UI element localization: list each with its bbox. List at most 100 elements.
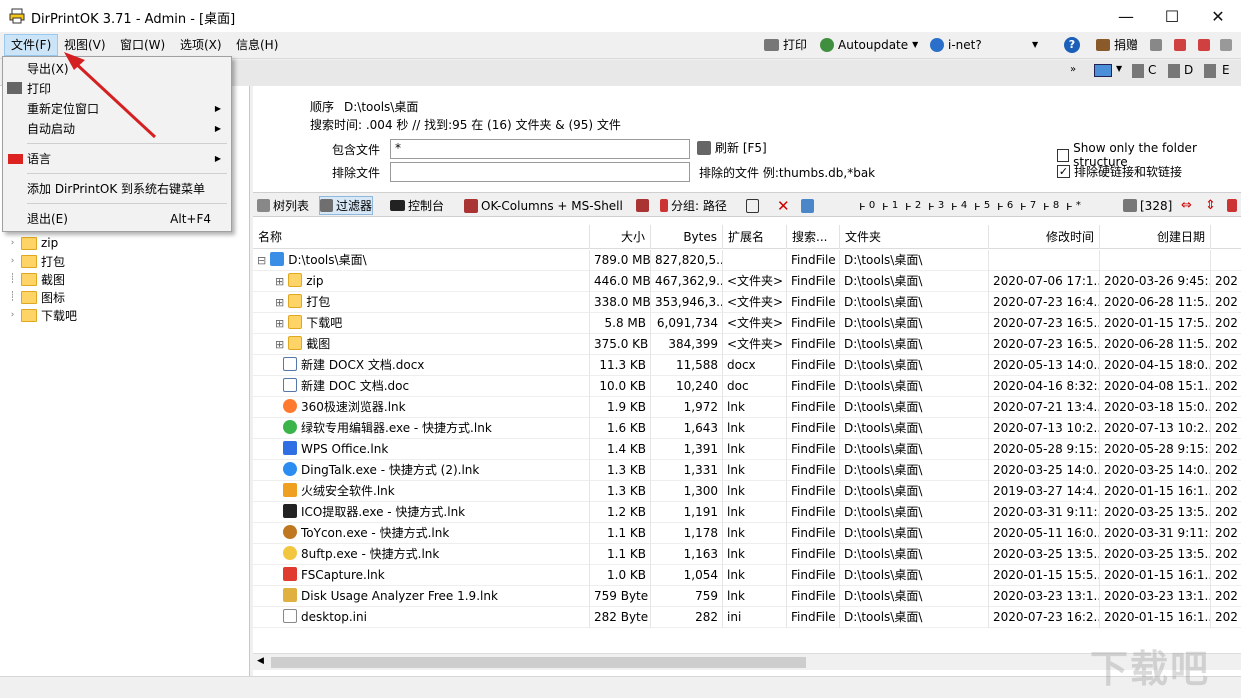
level-all-button[interactable]: ⱶ *	[1066, 196, 1081, 215]
exclude-links-checkbox[interactable]: ✓ 排除硬链接和软链接	[1057, 163, 1182, 180]
expand-icon[interactable]: ›	[8, 310, 17, 320]
column-header[interactable]: 搜索...	[787, 225, 840, 249]
column-header[interactable]: Bytes	[651, 225, 723, 249]
inet-dropdown-button[interactable]: ▼	[1032, 34, 1038, 56]
table-row[interactable]: ⊟ D:\tools\桌面\ 789.0 MB 827,820,5... FindFil…	[253, 250, 1241, 271]
menu-language[interactable]: 语言 ▶	[3, 149, 231, 169]
chevron-double-down-icon[interactable]: »	[1070, 64, 1076, 75]
table-row[interactable]: ⊞ zip 446.0 MB 467,362,9... <文件夹> FindFile D:\…	[253, 271, 1241, 292]
toolbar-print-button[interactable]: 打印	[764, 34, 807, 56]
tools-button[interactable]	[1150, 34, 1162, 56]
expand-icon[interactable]: ⊞	[275, 275, 284, 288]
chevron-down-icon[interactable]: ▼	[1116, 64, 1122, 73]
table-row[interactable]: DingTalk.exe - 快捷方式 (2).lnk 1.3 KB 1,331 ln…	[253, 460, 1241, 481]
column-header[interactable]: 扩展名	[723, 225, 787, 249]
drive-e-button[interactable]: E	[1222, 63, 1230, 77]
monitor-icon[interactable]	[1094, 64, 1112, 77]
table-row[interactable]: 火绒安全软件.lnk 1.3 KB 1,300 lnk FindFile D:\tools…	[253, 481, 1241, 502]
level-6-button[interactable]: ⱶ6	[997, 196, 1013, 215]
column-header[interactable]	[1211, 225, 1241, 249]
table-row[interactable]: desktop.ini 282 Byte 282 ini FindFile D:\tool…	[253, 607, 1241, 628]
column-header[interactable]: 大小	[590, 225, 651, 249]
level-7-button[interactable]: ⱶ7	[1020, 196, 1036, 215]
table-row[interactable]: FSCapture.lnk 1.0 KB 1,054 lnk FindFile D:\to…	[253, 565, 1241, 586]
swap-button[interactable]: ⇔	[1181, 196, 1192, 215]
count-button[interactable]: [328]	[1123, 196, 1172, 215]
checkbox-box[interactable]: ✓	[1057, 165, 1070, 178]
tree-item-zip[interactable]: › zip	[8, 234, 59, 252]
include-files-input[interactable]: *	[390, 139, 690, 159]
level-5-button[interactable]: ⱶ5	[974, 196, 990, 215]
column-header[interactable]: 修改时间	[989, 225, 1100, 249]
tree-list-button[interactable]: 树列表	[257, 196, 309, 215]
expand-icon[interactable]: ⊞	[275, 296, 284, 309]
menu-file[interactable]: 文件(F)	[4, 34, 59, 56]
level-8-button[interactable]: ⱶ8	[1043, 196, 1059, 215]
expand-icon[interactable]: ⊞	[275, 317, 284, 330]
tree-item-jietu[interactable]: ┊ 截图	[8, 270, 65, 288]
expand-button[interactable]: ⇕	[1205, 196, 1216, 215]
table-row[interactable]: ⊞ 下载吧 5.8 MB 6,091,734 <文件夹> FindFile D:\tools…	[253, 313, 1241, 334]
level-3-button[interactable]: ⱶ3	[928, 196, 944, 215]
menu-export[interactable]: 导出(X)	[3, 59, 231, 79]
column-header[interactable]: 创建日期	[1100, 225, 1211, 249]
donate-button[interactable]: 捐赠	[1096, 34, 1138, 56]
restore-button[interactable]	[1220, 34, 1232, 56]
close-button[interactable]: ✕	[1195, 0, 1241, 32]
table-row[interactable]: ⊞ 截图 375.0 KB 384,399 <文件夹> FindFile D:\tools\…	[253, 334, 1241, 355]
menu-reposition-window[interactable]: 重新定位窗口 ▶	[3, 99, 231, 119]
console-button[interactable]: 控制台	[390, 196, 444, 215]
column-header[interactable]: 文件夹	[840, 225, 989, 249]
menu-print[interactable]: 打印	[3, 79, 231, 99]
filter-button[interactable]: 过滤器	[319, 196, 374, 215]
close-all-button[interactable]	[1198, 34, 1210, 56]
table-row[interactable]: Disk Usage Analyzer Free 1.9.lnk 759 Byte…	[253, 586, 1241, 607]
delete-button[interactable]: ✕	[777, 196, 790, 215]
expand-icon[interactable]: ⊞	[275, 338, 284, 351]
level-0-button[interactable]: ⱶ0	[859, 196, 875, 215]
checkbox-box[interactable]	[1057, 148, 1070, 162]
autoupdate-button[interactable]: Autoupdate ▼	[820, 34, 918, 56]
level-4-button[interactable]: ⱶ4	[951, 196, 967, 215]
tree-item-tubiao[interactable]: ┊ 图标	[8, 288, 65, 306]
table-row[interactable]: 绿软专用编辑器.exe - 快捷方式.lnk 1.6 KB 1,643 lnk Find…	[253, 418, 1241, 439]
table-row[interactable]: WPS Office.lnk 1.4 KB 1,391 lnk FindFile D:\t…	[253, 439, 1241, 460]
maximize-button[interactable]: ☐	[1149, 0, 1195, 32]
drive-c-button[interactable]: C	[1148, 63, 1156, 77]
menu-options[interactable]: 选项(X)	[174, 34, 228, 56]
column-header[interactable]: 名称	[253, 225, 590, 249]
sync-button[interactable]	[746, 196, 759, 215]
menu-view[interactable]: 视图(V)	[58, 34, 112, 56]
recycle-button[interactable]	[801, 196, 814, 215]
columns-button[interactable]: OK-Columns + MS-Shell	[464, 196, 623, 215]
group-button[interactable]: 分组: 路径	[660, 196, 727, 215]
tree-item-dabao[interactable]: › 打包	[8, 252, 65, 270]
table-row[interactable]: ⊞ 打包 338.0 MB 353,946,3... <文件夹> FindFile D:\t…	[253, 292, 1241, 313]
help-button[interactable]: ?	[1064, 34, 1080, 56]
table-row[interactable]: 新建 DOCX 文档.docx 11.3 KB 11,588 docx FindFile…	[253, 355, 1241, 376]
level-2-button[interactable]: ⱶ2	[905, 196, 921, 215]
collapse-icon[interactable]: ⊟	[257, 254, 266, 267]
menu-add-context-menu[interactable]: 添加 DirPrintOK 到系统右键菜单	[3, 179, 231, 199]
scrollbar-thumb[interactable]	[271, 657, 806, 668]
table-row[interactable]: ICO提取器.exe - 快捷方式.lnk 1.2 KB 1,191 lnk FindF…	[253, 502, 1241, 523]
level-1-button[interactable]: ⱶ1	[882, 196, 898, 215]
tree-item-xiazaiba[interactable]: › 下载吧	[8, 306, 77, 324]
table-row[interactable]: 8uftp.exe - 快捷方式.lnk 1.1 KB 1,163 lnk FindFi…	[253, 544, 1241, 565]
close-tab-button[interactable]	[1174, 34, 1186, 56]
exclude-files-input[interactable]	[390, 162, 690, 182]
inet-button[interactable]: i-net?	[930, 34, 982, 56]
menu-autostart[interactable]: 自动启动 ▶	[3, 119, 231, 139]
refresh-button[interactable]: 刷新 [F5]	[697, 139, 767, 156]
table-row[interactable]: ToYcon.exe - 快捷方式.lnk 1.1 KB 1,178 lnk FindF…	[253, 523, 1241, 544]
menu-window[interactable]: 窗口(W)	[114, 34, 171, 56]
table-row[interactable]: 新建 DOC 文档.doc 10.0 KB 10,240 doc FindFile D:\…	[253, 376, 1241, 397]
menu-info[interactable]: 信息(H)	[230, 34, 284, 56]
expand-icon[interactable]: ›	[8, 238, 17, 248]
menu-exit[interactable]: 退出(E) Alt+F4	[3, 209, 231, 229]
hammer-tool-button[interactable]	[636, 196, 649, 215]
expand-icon[interactable]: ›	[8, 256, 17, 266]
drive-d-button[interactable]: D	[1184, 63, 1193, 77]
collapse-button[interactable]	[1227, 196, 1237, 215]
minimize-button[interactable]: —	[1103, 0, 1149, 32]
